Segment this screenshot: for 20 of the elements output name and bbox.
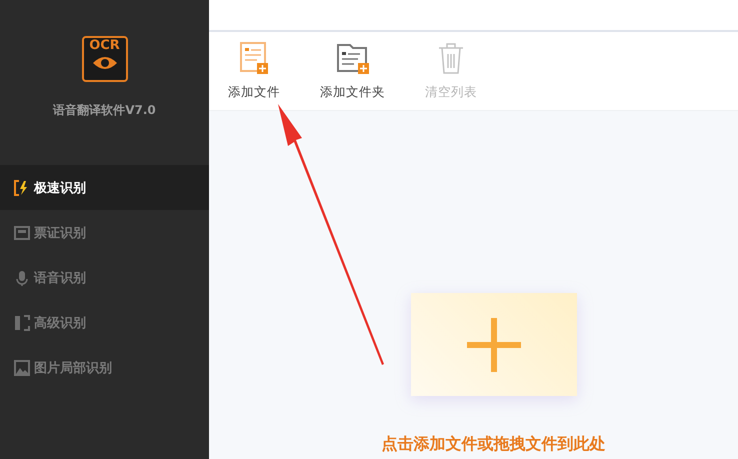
add-folder-icon [336,42,368,74]
sidebar-item[interactable]: 语音识别 [0,255,209,300]
ticket-icon [14,224,30,240]
trash-icon [438,42,464,74]
add-card[interactable] [410,293,576,396]
toolbar-button[interactable]: 添加文件夹 [314,32,391,110]
drop-hint: 点击添加文件或拖拽文件到此处 [382,434,606,455]
toolbar-button[interactable]: 添加文件 [222,32,286,110]
app-logo: OCR [82,36,128,82]
sidebar-item[interactable]: 极速识别 [0,165,209,210]
plus-icon [466,318,520,372]
lightning-icon [14,180,30,196]
sidebar-item[interactable]: 高级识别 [0,300,209,345]
bracket-frame-icon [14,314,30,330]
add-file-icon [240,42,268,74]
sidebar-item[interactable]: 图片局部识别 [0,345,209,390]
sidebar-item[interactable]: 票证识别 [0,210,209,255]
image-icon [14,360,30,376]
app-name: 语音翻译软件V7.0 [53,102,156,119]
microphone-icon [14,270,30,286]
